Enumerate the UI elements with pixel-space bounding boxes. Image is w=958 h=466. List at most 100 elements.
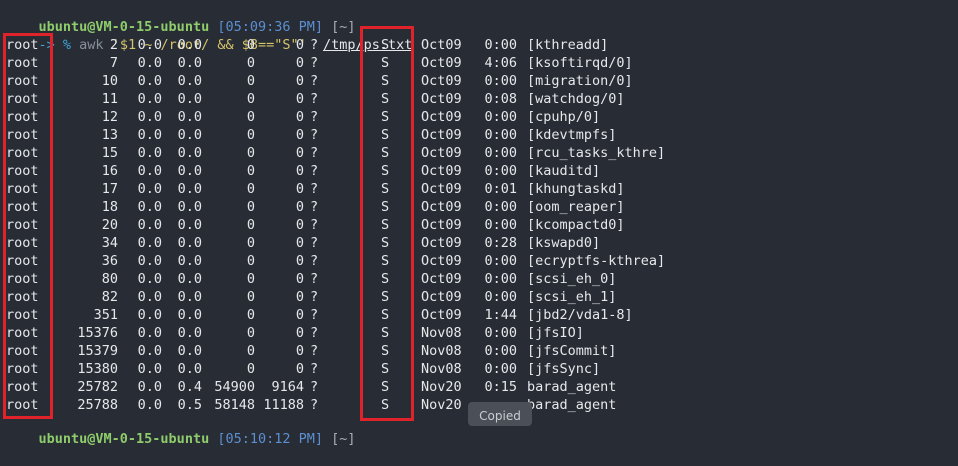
cell-mem: 0.0	[177, 55, 202, 71]
cell-pid: 2	[109, 37, 118, 53]
cell-pid: 10	[101, 73, 118, 89]
process-row: root 15380 0.0 0.0 0 0? S Nov08 0:00 [jfsSync]	[0, 360, 958, 378]
cell-command: barad_agent	[527, 379, 617, 395]
cell-tty: ?	[310, 181, 319, 197]
cell-time: 0:00	[484, 109, 517, 125]
cell-start: Oct09	[421, 253, 462, 269]
cell-cpu: 0.0	[137, 109, 162, 125]
cell-time: 0:00	[484, 289, 517, 305]
cell-tty: ?	[310, 289, 319, 305]
cell-vsz: 0	[246, 307, 255, 323]
cell-command: [oom_reaper]	[527, 199, 625, 215]
cell-mem: 0.0	[177, 271, 202, 287]
cell-user: root	[6, 307, 39, 323]
cell-start: Oct09	[421, 37, 462, 53]
cell-cpu: 0.0	[137, 199, 162, 215]
cell-time: 0:00	[484, 325, 517, 341]
command-line: -> % awk '$1 ~ /root/ && $8=="S"' /tmp/p…	[6, 18, 413, 53]
cell-start: Nov20	[421, 379, 462, 395]
copied-tooltip: Copied	[468, 402, 532, 426]
cell-tty: ?	[310, 73, 319, 89]
cell-user: root	[6, 379, 39, 395]
cell-vsz: 0	[246, 145, 255, 161]
cell-mem: 0.0	[177, 181, 202, 197]
cell-command: [cpuhp/0]	[527, 109, 601, 125]
process-row: root 7 0.0 0.0 0 0? S Oct09 4:06 [ksoftirqd/0]	[0, 54, 958, 72]
cell-user: root	[6, 271, 39, 287]
terminal-window[interactable]: ubuntu@VM-0-15-ubuntu [05:09:36 PM] [~] …	[0, 0, 958, 447]
cell-rss: 0	[295, 289, 304, 305]
cell-rss: 0	[295, 145, 304, 161]
cell-command: [kswapd0]	[527, 235, 601, 251]
cell-tty: ?	[310, 325, 319, 341]
cell-stat: S	[381, 271, 390, 287]
cell-command: [jbd2/vda1-8]	[527, 307, 633, 323]
cell-command: [kauditd]	[527, 163, 601, 179]
process-row: root 18 0.0 0.0 0 0? S Oct09 0:00 [oom_reaper]	[0, 198, 958, 216]
cell-mem: 0.0	[177, 163, 202, 179]
cell-user: root	[6, 181, 39, 197]
cell-start: Oct09	[421, 91, 462, 107]
cell-pid: 25782	[77, 379, 118, 395]
next-prompt-dir: [~]	[331, 431, 356, 447]
cell-command: [jfsCommit]	[527, 343, 617, 359]
cell-mem: 0.0	[177, 361, 202, 377]
cell-stat: S	[381, 361, 390, 377]
cell-command: [migration/0]	[527, 73, 633, 89]
cell-command: barad_agent	[527, 397, 617, 413]
cell-tty: ?	[310, 307, 319, 323]
cell-rss: 9164	[271, 379, 304, 395]
cell-stat: S	[381, 325, 390, 341]
process-row: root 10 0.0 0.0 0 0? S Oct09 0:00 [migration/0]	[0, 72, 958, 90]
cell-tty: ?	[310, 199, 319, 215]
cell-stat: S	[381, 217, 390, 233]
cell-command: [rcu_tasks_kthre]	[527, 145, 666, 161]
cell-vsz: 54900	[214, 379, 255, 395]
cell-rss: 0	[295, 271, 304, 287]
cell-stat: S	[381, 145, 390, 161]
cell-pid: 20	[101, 217, 118, 233]
cell-stat: S	[381, 199, 390, 215]
cell-user: root	[6, 361, 39, 377]
cell-mem: 0.0	[177, 127, 202, 143]
cell-rss: 0	[295, 109, 304, 125]
cell-tty: ?	[310, 163, 319, 179]
cell-stat: S	[381, 235, 390, 251]
cell-command: [jfsIO]	[527, 325, 584, 341]
cell-start: Oct09	[421, 55, 462, 71]
cell-user: root	[6, 109, 39, 125]
cell-rss: 0	[295, 37, 304, 53]
cell-user: root	[6, 217, 39, 233]
cell-vsz: 0	[246, 199, 255, 215]
next-prompt-user-host: ubuntu@VM-0-15-ubuntu	[38, 431, 210, 447]
cell-command: [scsi_eh_0]	[527, 271, 617, 287]
cell-cpu: 0.0	[137, 163, 162, 179]
cell-rss: 0	[295, 343, 304, 359]
process-row: root 2 0.0 0.0 0 0? S Oct09 0:00 [kthreadd]	[0, 36, 958, 54]
cell-pid: 13	[101, 127, 118, 143]
cell-tty: ?	[310, 379, 319, 395]
cell-tty: ?	[310, 253, 319, 269]
cell-time: 0:00	[484, 217, 517, 233]
cell-start: Oct09	[421, 181, 462, 197]
cell-rss: 0	[295, 199, 304, 215]
cell-cpu: 0.0	[137, 37, 162, 53]
cell-cpu: 0.0	[137, 235, 162, 251]
cell-start: Nov08	[421, 325, 462, 341]
cell-pid: 11	[101, 91, 118, 107]
cell-user: root	[6, 55, 39, 71]
cell-pid: 36	[101, 253, 118, 269]
cell-start: Oct09	[421, 217, 462, 233]
cell-user: root	[6, 253, 39, 269]
cell-stat: S	[381, 397, 390, 413]
cell-pid: 16	[101, 163, 118, 179]
cell-cpu: 0.0	[137, 325, 162, 341]
cell-stat: S	[381, 289, 390, 305]
cell-cpu: 0.0	[137, 289, 162, 305]
cell-vsz: 0	[246, 127, 255, 143]
cell-cpu: 0.0	[137, 181, 162, 197]
cell-pid: 15376	[77, 325, 118, 341]
process-row: root 25782 0.0 0.4 54900 9164? S Nov20 0:15 barad…	[0, 378, 958, 396]
cell-tty: ?	[310, 361, 319, 377]
prompt-line: ubuntu@VM-0-15-ubuntu [05:09:36 PM] [~]	[6, 0, 356, 35]
